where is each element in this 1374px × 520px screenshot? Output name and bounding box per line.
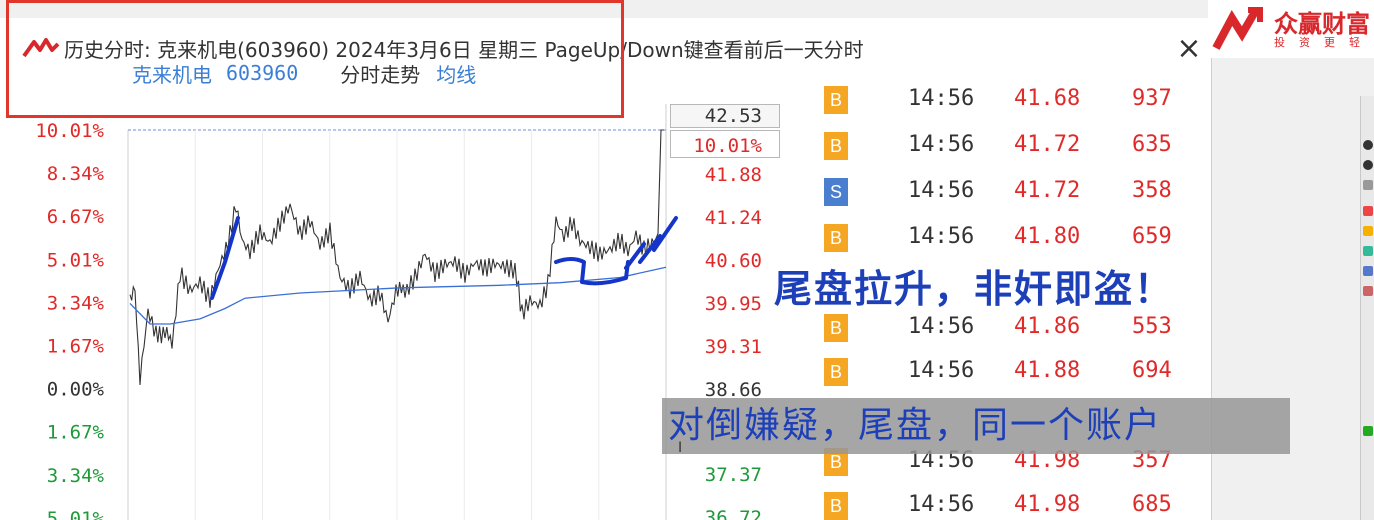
toolbar-yellow-icon[interactable] (1363, 226, 1373, 236)
left-axis-label: 3.34% (47, 292, 105, 314)
trade-time: 14:56 (908, 224, 975, 249)
trade-row: S 14:56 41.72 358 (812, 170, 1182, 216)
right-axis-label: 36.72 (705, 507, 762, 520)
buy-badge: B (824, 358, 848, 386)
right-axis-label: 40.60 (705, 250, 762, 272)
trade-time: 14:56 (908, 314, 975, 339)
buy-badge: B (824, 492, 848, 520)
close-button[interactable]: × (1172, 32, 1206, 66)
trade-volume: 358 (1132, 178, 1172, 203)
buy-badge: B (824, 314, 848, 342)
buy-badge: B (824, 224, 848, 252)
brand-logo-icon (1212, 7, 1263, 50)
left-axis-label: 5.01% (47, 508, 105, 520)
trade-volume: 635 (1132, 132, 1172, 157)
sell-badge: S (824, 178, 848, 206)
toolbar-blue-icon[interactable] (1363, 266, 1373, 276)
buy-badge: B (824, 86, 848, 114)
toolbar-dot-icon[interactable] (1363, 140, 1373, 150)
brand-slogan: 投资更轻 (1274, 36, 1374, 49)
trade-volume: 937 (1132, 86, 1172, 111)
right-axis-label: 41.88 (705, 164, 762, 186)
trade-price: 41.72 (1014, 132, 1081, 157)
toolbar-red-icon[interactable] (1363, 206, 1373, 216)
right-axis-label: 42.53 (705, 105, 762, 127)
toolbar-pink-icon[interactable] (1363, 286, 1373, 296)
toolbar-green-icon[interactable] (1363, 246, 1373, 256)
brand-watermark: 众赢财富 投资更轻 (1208, 0, 1374, 58)
left-axis-label: 6.67% (47, 206, 105, 228)
trade-volume: 694 (1132, 358, 1172, 383)
trade-time: 14:56 (908, 86, 975, 111)
trade-price: 41.86 (1014, 314, 1081, 339)
trade-row: B 14:56 41.88 694 (812, 350, 1182, 396)
annotation-stroke (210, 216, 240, 300)
right-axis-label: 41.24 (705, 207, 762, 229)
left-axis-label: 1.67% (47, 336, 105, 358)
right-axis-label: 39.95 (705, 293, 762, 315)
caption-top: 尾盘拉升，非奸即盗！ (774, 266, 1175, 311)
trade-row: B 14:56 41.98 685 (812, 484, 1182, 520)
trade-volume: 659 (1132, 224, 1172, 249)
trade-time: 14:56 (908, 132, 975, 157)
trade-volume: 685 (1132, 492, 1172, 517)
trade-price: 41.72 (1014, 178, 1081, 203)
text-cursor-icon: I (678, 440, 683, 456)
right-axis-label: 37.37 (705, 464, 762, 486)
left-axis-label: 3.34% (47, 465, 105, 487)
trade-price: 41.88 (1014, 358, 1081, 383)
right-axis-label: 10.01% (693, 135, 762, 157)
left-axis-label: 1.67% (47, 422, 105, 444)
right-toolbar[interactable] (1360, 96, 1374, 520)
trade-price: 41.80 (1014, 224, 1081, 249)
trade-volume: 553 (1132, 314, 1172, 339)
trade-time: 14:56 (908, 492, 975, 517)
trade-price: 41.98 (1014, 492, 1081, 517)
left-axis-label: 5.01% (47, 249, 105, 271)
trade-time: 14:56 (908, 358, 975, 383)
caption-bottom: 对倒嫌疑，尾盘，同一个账户 (662, 398, 1290, 454)
toolbar-check-icon[interactable] (1363, 426, 1373, 436)
trade-row: B 14:56 41.72 635 (812, 124, 1182, 170)
left-axis-label: 0.00% (47, 379, 105, 401)
buy-badge: B (824, 132, 848, 160)
toolbar-dot-icon[interactable] (1363, 160, 1373, 170)
left-axis-label: 10.01% (35, 120, 104, 142)
trade-row: B 14:56 41.80 659 (812, 216, 1182, 262)
right-axis-label: 39.31 (705, 336, 762, 358)
trade-time: 14:56 (908, 178, 975, 203)
left-axis-label: 8.34% (47, 163, 105, 185)
trade-row: B 14:56 41.68 937 (812, 78, 1182, 124)
trade-price: 41.68 (1014, 86, 1081, 111)
toolbar-gray-icon[interactable] (1363, 180, 1373, 190)
